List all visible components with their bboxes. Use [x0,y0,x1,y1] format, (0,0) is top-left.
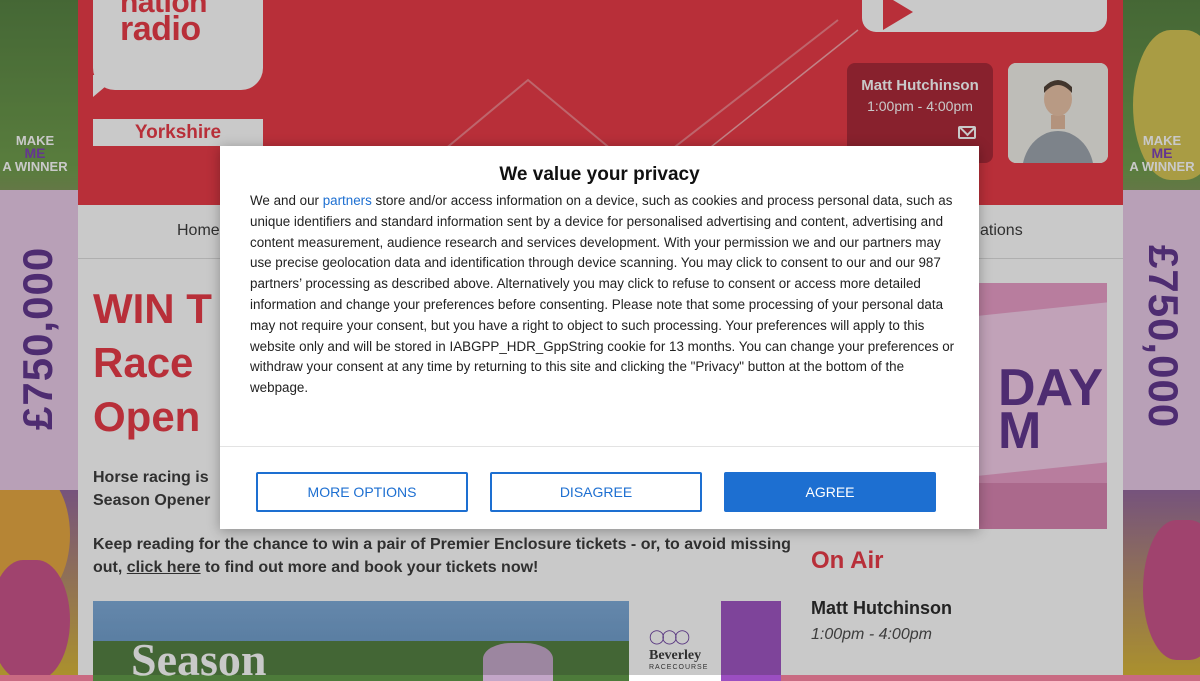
consent-dialog: We value your privacy We and our partner… [220,146,979,529]
agree-button[interactable]: AGREE [724,472,936,512]
partners-link[interactable]: partners [323,193,372,208]
disagree-button[interactable]: DISAGREE [490,472,702,512]
consent-title: We value your privacy [499,164,700,185]
consent-body: We and our partners store and/or access … [250,191,955,399]
consent-divider [220,446,979,447]
more-options-button[interactable]: MORE OPTIONS [256,472,468,512]
consent-text: We and our [250,193,323,208]
consent-text: store and/or access information on a dev… [250,193,955,396]
